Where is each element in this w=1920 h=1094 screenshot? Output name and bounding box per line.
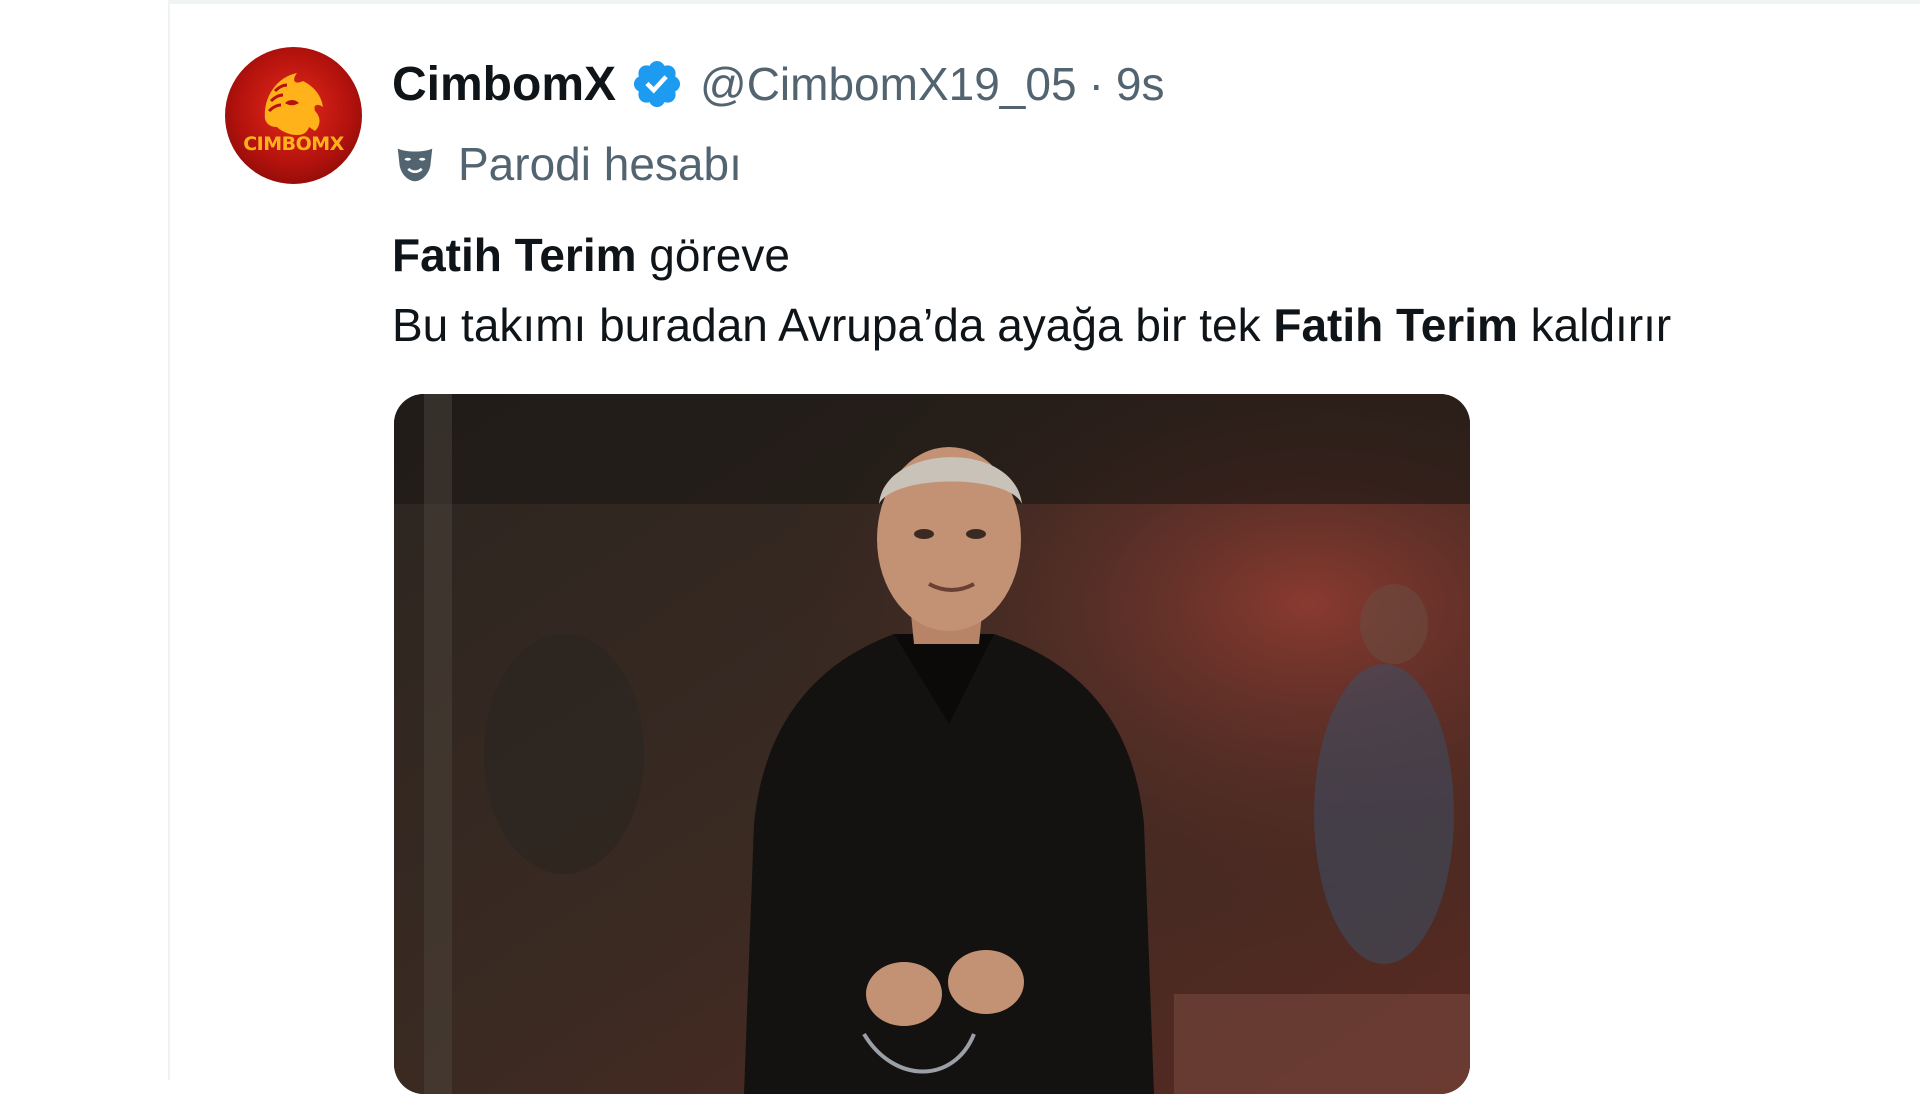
tweet-line-1-rest: göreve xyxy=(636,229,790,281)
bold-name: Fatih Terim xyxy=(1273,299,1518,351)
parody-label-row: Parodi hesabı xyxy=(392,136,742,192)
tweet-line-2: Bu takımı buradan Avrupa’da ayağa bir te… xyxy=(392,290,1671,360)
parody-mask-icon xyxy=(392,141,438,187)
tweet-text: Fatih Terim göreve Bu takımı buradan Avr… xyxy=(392,220,1671,360)
tweet-line-2-start: Bu takımı buradan Avrupa’da ayağa bir te… xyxy=(392,299,1274,351)
handle[interactable]: @CimbomX19_05 xyxy=(700,57,1077,111)
tweet-header: CimbomX @CimbomX19_05 · 9s xyxy=(392,54,1164,114)
tweet-line-2-end: kaldırır xyxy=(1517,299,1672,351)
photo-illustration xyxy=(394,394,1470,1094)
tweet[interactable]: CIMBOMX CimbomX @CimbomX19_05 · 9s Parod… xyxy=(170,4,1920,1094)
separator-dot: · xyxy=(1088,58,1104,110)
left-blank-pane xyxy=(0,0,168,1080)
tweet-photo[interactable] xyxy=(394,394,1470,1094)
display-name[interactable]: CimbomX xyxy=(392,57,616,112)
avatar-text: CIMBOMX xyxy=(243,133,344,155)
avatar[interactable]: CIMBOMX xyxy=(225,47,362,184)
tweet-line-1: Fatih Terim göreve xyxy=(392,220,1671,290)
timestamp[interactable]: 9s xyxy=(1116,57,1165,111)
lion-logo-icon xyxy=(264,73,323,135)
bold-name: Fatih Terim xyxy=(392,229,637,281)
parody-label: Parodi hesabı xyxy=(458,138,742,190)
verified-badge-icon[interactable] xyxy=(630,57,684,111)
